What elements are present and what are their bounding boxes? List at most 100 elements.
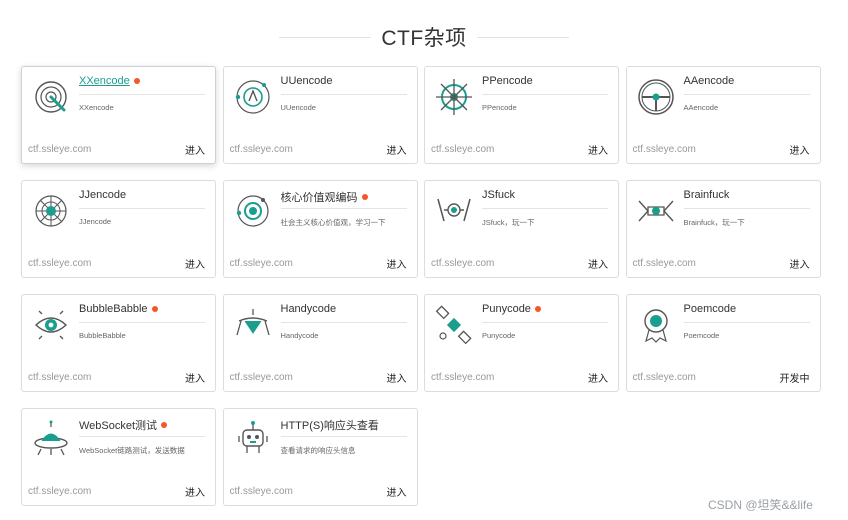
card-enter-button[interactable]: 进入	[588, 370, 608, 385]
card-site: ctf.ssleye.com	[28, 144, 92, 155]
card-site: ctf.ssleye.com	[632, 144, 696, 155]
card-title[interactable]: Handycode	[281, 303, 337, 315]
fighter-icon	[636, 191, 676, 231]
card-divider	[280, 322, 407, 323]
card-title[interactable]: Brainfuck	[684, 189, 730, 201]
card-description: 社会主义核心价值观，学习一下	[280, 218, 386, 227]
card-title[interactable]: BubbleBabble	[79, 303, 148, 315]
card-title-link[interactable]: XXencode	[79, 75, 140, 87]
card-description: JSfuck，玩一下	[482, 218, 535, 227]
card-description: Punycode	[482, 331, 516, 340]
card-description: BubbleBabble	[79, 331, 126, 340]
card-enter-button[interactable]: 进入	[790, 142, 810, 157]
card-title-link[interactable]: 核心价值观编码	[281, 189, 368, 205]
tool-card[interactable]: JSfuck JSfuck，玩一下 ctf.ssleye.com 进入	[424, 180, 619, 278]
card-title-link[interactable]: Punycode	[482, 303, 541, 315]
card-title[interactable]: AAencode	[684, 75, 735, 87]
card-title[interactable]: JJencode	[79, 189, 126, 201]
card-divider	[482, 94, 608, 95]
card-enter-button[interactable]: 进入	[185, 142, 205, 157]
card-site: ctf.ssleye.com	[28, 486, 92, 497]
card-site: ctf.ssleye.com	[229, 372, 293, 383]
card-title-link[interactable]: Poemcode	[684, 303, 737, 315]
card-title-link[interactable]: JSfuck	[482, 189, 515, 201]
card-title-link[interactable]: WebSocket测试	[79, 417, 168, 433]
title-divider-right	[476, 36, 569, 38]
card-divider	[280, 208, 407, 209]
card-description: PPencode	[482, 103, 517, 112]
card-title[interactable]: Punycode	[482, 303, 531, 315]
card-description: JJencode	[79, 217, 112, 226]
new-indicator-dot	[534, 306, 541, 312]
new-indicator-dot	[161, 422, 168, 428]
card-title[interactable]: HTTP(S)响应头查看	[281, 417, 379, 433]
card-enter-button[interactable]: 开发中	[780, 370, 810, 385]
card-enter-button[interactable]: 进入	[387, 142, 407, 157]
card-title[interactable]: JSfuck	[482, 189, 515, 201]
spiral-icon	[31, 77, 71, 117]
card-description: Handycode	[280, 331, 319, 340]
web-icon	[31, 191, 71, 231]
tool-card[interactable]: Poemcode Poemcode ctf.ssleye.com 开发中	[625, 294, 821, 392]
tool-card[interactable]: AAencode AAencode ctf.ssleye.com 进入	[625, 66, 821, 164]
robot-icon	[233, 419, 273, 459]
title-divider-left	[279, 36, 372, 38]
section-header: CTF杂项	[0, 22, 848, 52]
card-divider	[683, 94, 810, 95]
csdn-watermark: CSDN @坦笑&&life	[708, 498, 813, 512]
card-title[interactable]: Poemcode	[684, 303, 737, 315]
card-divider	[482, 322, 608, 323]
card-title-link[interactable]: UUencode	[281, 75, 333, 87]
card-site: ctf.ssleye.com	[632, 372, 696, 383]
card-enter-button[interactable]: 进入	[185, 370, 205, 385]
tool-card[interactable]: PPencode PPencode ctf.ssleye.com 进入	[424, 66, 619, 164]
card-divider	[683, 322, 810, 323]
card-title-link[interactable]: Handycode	[281, 303, 337, 315]
card-enter-button[interactable]: 进入	[185, 484, 205, 499]
tool-card[interactable]: XXencode XXencode ctf.ssleye.com 进入	[21, 66, 216, 164]
planet-icon	[233, 191, 273, 231]
new-indicator-dot	[133, 78, 140, 84]
card-site: ctf.ssleye.com	[431, 258, 495, 269]
card-enter-button[interactable]: 进入	[185, 256, 205, 271]
card-title-link[interactable]: JJencode	[79, 189, 126, 201]
card-description: 查看请求的响应头信息	[280, 446, 356, 455]
card-site: ctf.ssleye.com	[28, 372, 92, 383]
orbit-icon	[233, 77, 273, 117]
card-divider	[280, 436, 407, 437]
card-title[interactable]: PPencode	[482, 75, 533, 87]
card-title-link[interactable]: AAencode	[684, 75, 735, 87]
card-divider	[79, 208, 205, 209]
card-title-link[interactable]: Brainfuck	[684, 189, 730, 201]
tool-card[interactable]: Punycode Punycode ctf.ssleye.com 进入	[424, 294, 619, 392]
card-divider	[683, 208, 810, 209]
tool-card[interactable]: BubbleBabble BubbleBabble ctf.ssleye.com…	[21, 294, 216, 392]
tool-card[interactable]: JJencode JJencode ctf.ssleye.com 进入	[21, 180, 216, 278]
card-enter-button[interactable]: 进入	[588, 256, 608, 271]
tool-card[interactable]: 核心价值观编码 社会主义核心价值观，学习一下 ctf.ssleye.com 进入	[222, 180, 418, 278]
card-description: AAencode	[683, 103, 719, 112]
card-title[interactable]: UUencode	[281, 75, 333, 87]
card-title[interactable]: 核心价值观编码	[281, 189, 358, 205]
card-enter-button[interactable]: 进入	[588, 142, 608, 157]
card-title-link[interactable]: BubbleBabble	[79, 303, 158, 315]
card-title-link[interactable]: PPencode	[482, 75, 533, 87]
card-title[interactable]: XXencode	[79, 75, 130, 87]
card-title[interactable]: WebSocket测试	[79, 417, 157, 433]
tool-card[interactable]: Brainfuck Brainfuck，玩一下 ctf.ssleye.com 进…	[625, 180, 821, 278]
tool-card[interactable]: UUencode UUencode ctf.ssleye.com 进入	[222, 66, 418, 164]
card-title-link[interactable]: HTTP(S)响应头查看	[281, 417, 379, 433]
tool-card[interactable]: Handycode Handycode ctf.ssleye.com 进入	[222, 294, 418, 392]
card-site: ctf.ssleye.com	[28, 258, 92, 269]
card-description: UUencode	[280, 103, 316, 112]
satellite-icon	[434, 305, 474, 345]
card-enter-button[interactable]: 进入	[387, 484, 407, 499]
new-indicator-dot	[361, 194, 368, 200]
lander-icon	[233, 305, 273, 345]
tool-card[interactable]: WebSocket测试 WebSocket链路测试，发送数据 ctf.ssley…	[21, 408, 216, 506]
section-title: CTF杂项	[381, 27, 467, 50]
card-enter-button[interactable]: 进入	[790, 256, 810, 271]
card-enter-button[interactable]: 进入	[387, 256, 407, 271]
card-enter-button[interactable]: 进入	[387, 370, 407, 385]
tool-card[interactable]: HTTP(S)响应头查看 查看请求的响应头信息 ctf.ssleye.com 进…	[222, 408, 418, 506]
